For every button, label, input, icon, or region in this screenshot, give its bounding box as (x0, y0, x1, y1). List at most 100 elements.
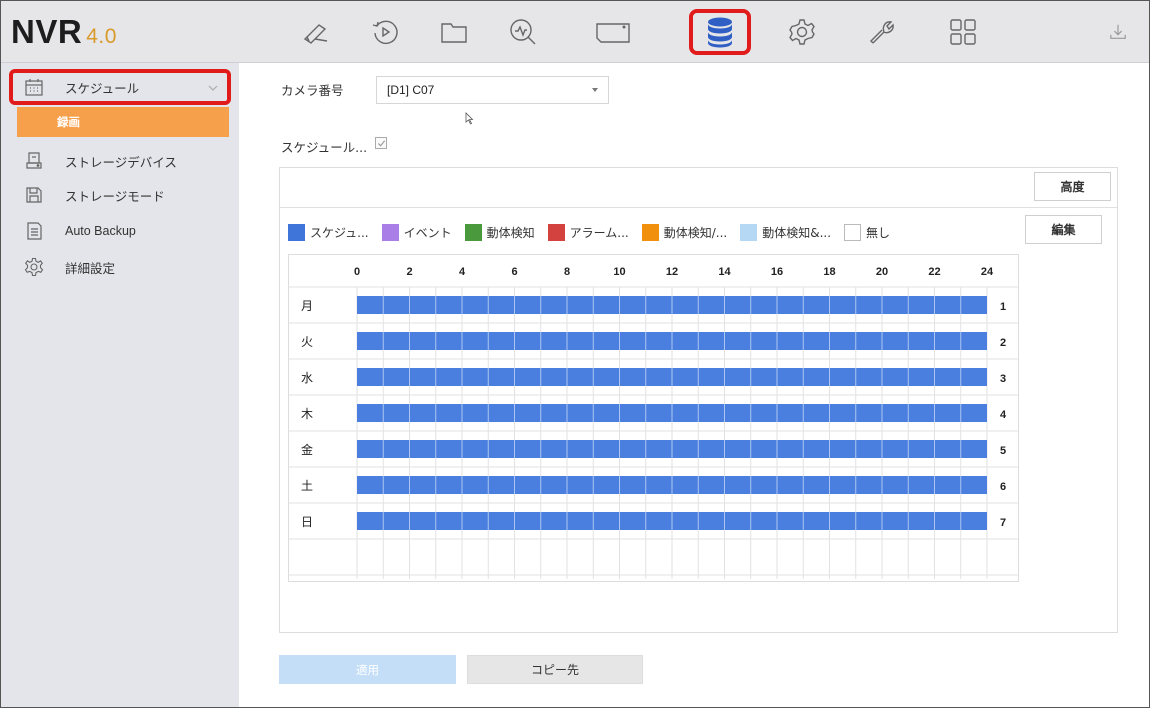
legend-swatch (547, 223, 565, 241)
settings-gear-icon[interactable] (783, 15, 821, 49)
sidebar-item-schedule[interactable]: スケジュール (9, 69, 231, 105)
hour-tick-label: 22 (928, 266, 940, 278)
hour-tick-label: 6 (511, 266, 517, 278)
logo-version: 4.0 (86, 25, 117, 48)
sidebar-item-label: 詳細設定 (65, 260, 116, 276)
display-icon[interactable] (589, 15, 637, 49)
storage-database-icon[interactable] (689, 9, 751, 55)
hour-tick-label: 12 (666, 266, 678, 278)
dropdown-arrow-icon (592, 88, 598, 92)
grid-apps-icon[interactable] (944, 15, 982, 49)
sidebar-item-storage-mode[interactable]: ストレージモード (9, 177, 231, 213)
hour-tick-label: 8 (564, 266, 570, 278)
day-label: 日 (301, 515, 313, 529)
camera-select[interactable]: [D1] C07 (376, 76, 609, 104)
advanced-gear-icon (23, 256, 45, 278)
nvr-app-window: NVR 4.0 スケジュール 録画 ストレージデバイス ストレージモード Aut… (0, 0, 1150, 708)
legend-swatch (288, 223, 305, 241)
day-label: 金 (301, 442, 313, 457)
legend-swatch (381, 223, 399, 241)
app-logo: NVR 4.0 (11, 14, 117, 55)
mouse-cursor-icon (465, 112, 474, 125)
day-label: 水 (301, 371, 313, 385)
hour-tick-label: 0 (354, 266, 360, 278)
legend-label: 動体検知 (486, 225, 535, 240)
schedule-legend: スケジュ... イベント 動体検知 アラーム... 動体検知/... 動体検知&... 無し (288, 223, 903, 241)
hdd-device-icon (23, 150, 45, 172)
legend-item[interactable]: 動体検知/... (641, 223, 728, 241)
legend-swatch (844, 223, 862, 241)
legend-item[interactable]: 動体検知&... (740, 223, 832, 241)
schedule-enable-label: スケジュール... (281, 140, 368, 155)
schedule-enable-checkbox[interactable] (375, 137, 387, 149)
sidebar-item-label: 録画 (57, 115, 80, 129)
top-navigation-bar: NVR 4.0 (1, 1, 1149, 63)
day-label: 木 (301, 407, 313, 421)
sidebar-item-label: ストレージデバイス (65, 154, 177, 170)
backup-document-icon (23, 220, 45, 242)
day-number: 4 (1000, 409, 1007, 421)
schedule-grid-canvas[interactable]: 0 2 4 6 8 10 12 14 16 18 20 22 24月 1火 2水 3木 4金 5土 6日 7 (289, 255, 1018, 581)
edit-button[interactable]: 編集 (1025, 215, 1102, 244)
legend-label: 動体検知/... (663, 225, 728, 240)
hour-tick-label: 10 (613, 266, 625, 278)
sidebar-item-advanced-settings[interactable]: 詳細設定 (9, 249, 231, 285)
day-number: 3 (1000, 373, 1006, 385)
day-number: 7 (1000, 517, 1006, 529)
camera-select-value: [D1] C07 (387, 83, 435, 97)
maintenance-wrench-icon[interactable] (864, 15, 902, 49)
legend-item[interactable]: 動体検知 (464, 223, 535, 241)
calendar-icon (23, 76, 45, 98)
advanced-button[interactable]: 高度 (1034, 172, 1111, 201)
download-icon[interactable] (1103, 15, 1133, 49)
hour-tick-label: 16 (771, 266, 783, 278)
hour-tick-label: 20 (876, 266, 888, 278)
day-number: 6 (1000, 481, 1006, 493)
legend-item[interactable]: イベント (381, 223, 452, 241)
sidebar-item-label: スケジュール (65, 80, 140, 96)
legend-label: イベント (403, 225, 452, 240)
legend-item[interactable]: 無し (844, 223, 891, 241)
file-folder-icon[interactable] (435, 15, 473, 49)
legend-swatch (740, 223, 758, 241)
sidebar-item-storage-device[interactable]: ストレージデバイス (9, 143, 231, 179)
chevron-down-icon (208, 85, 218, 91)
schedule-grid[interactable]: 0 2 4 6 8 10 12 14 16 18 20 22 24 月 1 火 2 水 3 木 4 金 5 土 6 日 7 (288, 254, 1019, 582)
sidebar: スケジュール 録画 ストレージデバイス ストレージモード Auto Backup (1, 63, 239, 707)
divider (280, 207, 1117, 208)
legend-item[interactable]: スケジュ... (288, 223, 369, 241)
sidebar-item-auto-backup[interactable]: Auto Backup (9, 213, 231, 249)
hour-tick-label: 24 (981, 266, 994, 278)
sidebar-item-label: ストレージモード (65, 188, 165, 204)
day-label: 土 (301, 479, 313, 493)
legend-label: 無し (866, 225, 891, 240)
save-disk-icon (23, 184, 45, 206)
schedule-panel: 高度 スケジュ... イベント 動体検知 アラーム... 動体検知/... 動体検知&..… (279, 167, 1118, 633)
main-content: カメラ番号 [D1] C07 スケジュール... 高度 スケジュ... イベント 動… (239, 63, 1149, 707)
legend-label: 動体検知&... (762, 225, 832, 240)
legend-item[interactable]: アラーム... (547, 223, 629, 241)
checkmark-icon (377, 140, 386, 147)
legend-swatch (464, 223, 482, 241)
apply-button[interactable]: 適用 (279, 655, 456, 684)
hour-tick-label: 14 (718, 266, 731, 278)
camera-number-label: カメラ番号 (281, 83, 344, 98)
hour-tick-label: 2 (406, 266, 412, 278)
legend-label: アラーム... (569, 225, 629, 240)
hour-tick-label: 18 (823, 266, 835, 278)
sidebar-item-label: Auto Backup (65, 224, 136, 238)
sidebar-item-record[interactable]: 録画 (17, 107, 229, 137)
copy-to-button[interactable]: コピー先 (467, 655, 643, 684)
day-number: 2 (1000, 337, 1006, 349)
live-view-icon[interactable] (297, 15, 335, 49)
day-label: 火 (301, 335, 313, 349)
hour-tick-label: 4 (459, 266, 466, 278)
smart-search-icon[interactable] (504, 15, 542, 49)
day-number: 5 (1000, 445, 1006, 457)
legend-label: スケジュ... (310, 225, 369, 240)
playback-icon[interactable] (366, 15, 404, 49)
legend-swatch (641, 223, 659, 241)
day-label: 月 (301, 299, 313, 313)
day-number: 1 (1000, 301, 1006, 313)
logo-text: NVR (11, 13, 83, 50)
